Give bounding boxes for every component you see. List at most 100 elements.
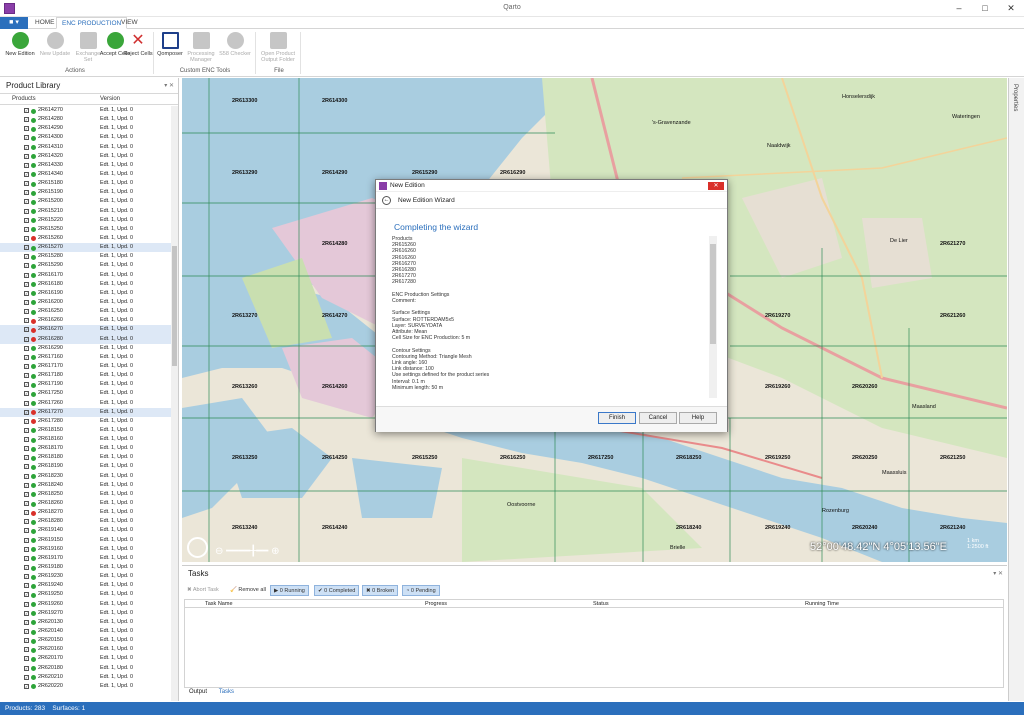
scrollbar-thumb[interactable] [172,246,177,366]
row-checkbox[interactable]: ✓ [24,610,29,616]
product-row[interactable]: ✓ 2R615200 Edt. 1, Upd. 0 [0,197,172,206]
row-checkbox[interactable]: ✓ [24,135,29,141]
summary-scrollbar[interactable] [709,236,717,398]
product-row[interactable]: ✓ 2R616180 Edt. 1, Upd. 0 [0,280,172,289]
product-row[interactable]: ✓ 2R617170 Edt. 1, Upd. 0 [0,362,172,371]
row-checkbox[interactable]: ✓ [24,391,29,397]
row-checkbox[interactable]: ✓ [24,592,29,598]
pending-filter-toggle[interactable]: ◔ 0 Pending [402,585,440,596]
row-checkbox[interactable]: ✓ [24,555,29,561]
product-list-scrollbar[interactable] [171,106,178,701]
row-checkbox[interactable]: ✓ [24,309,29,315]
product-row[interactable]: ✓ 2R618180 Edt. 1, Upd. 0 [0,453,172,462]
product-row[interactable]: ✓ 2R618150 Edt. 1, Upd. 0 [0,426,172,435]
product-row[interactable]: ✓ 2R617280 Edt. 1, Upd. 0 [0,417,172,426]
row-checkbox[interactable]: ✓ [24,519,29,525]
product-row[interactable]: ✓ 2R617260 Edt. 1, Upd. 0 [0,399,172,408]
row-checkbox[interactable]: ✓ [24,345,29,351]
product-row[interactable]: ✓ 2R616290 Edt. 1, Upd. 0 [0,344,172,353]
row-checkbox[interactable]: ✓ [24,601,29,607]
product-row[interactable]: ✓ 2R615220 Edt. 1, Upd. 0 [0,216,172,225]
row-checkbox[interactable]: ✓ [24,418,29,424]
properties-tab[interactable]: Properties [1012,84,1018,111]
product-row[interactable]: ✓ 2R617250 Edt. 1, Upd. 0 [0,389,172,398]
row-checkbox[interactable]: ✓ [24,373,29,379]
row-checkbox[interactable]: ✓ [24,528,29,534]
row-checkbox[interactable]: ✓ [24,108,29,113]
row-checkbox[interactable]: ✓ [24,455,29,461]
column-header-version[interactable]: Version [100,96,120,102]
product-row[interactable]: ✓ 2R617180 Edt. 1, Upd. 0 [0,371,172,380]
row-checkbox[interactable]: ✓ [24,583,29,589]
row-checkbox[interactable]: ✓ [24,574,29,580]
row-checkbox[interactable]: ✓ [24,665,29,671]
product-list[interactable]: ✓ 2R614270 Edt. 1, Upd. 0 ✓ 2R614280 Edt. 1, … [0,106,172,701]
s58-checker-button[interactable]: S58 Checker [218,32,252,57]
row-checkbox[interactable]: ✓ [24,446,29,452]
reject-cells-button[interactable]: ✕ Reject Cells [121,32,155,57]
tab-output[interactable]: Output [184,688,212,696]
product-row[interactable]: ✓ 2R614270 Edt. 1, Upd. 0 [0,106,172,115]
row-checkbox[interactable]: ✓ [24,171,29,177]
row-checkbox[interactable]: ✓ [24,327,29,333]
product-row[interactable]: ✓ 2R615250 Edt. 1, Upd. 0 [0,225,172,234]
row-checkbox[interactable]: ✓ [24,473,29,479]
row-checkbox[interactable]: ✓ [24,409,29,415]
row-checkbox[interactable]: ✓ [24,126,29,132]
product-row[interactable]: ✓ 2R618250 Edt. 1, Upd. 0 [0,490,172,499]
product-row[interactable]: ✓ 2R616260 Edt. 1, Upd. 0 [0,316,172,325]
row-checkbox[interactable]: ✓ [24,162,29,168]
help-button[interactable]: Help [679,412,717,424]
qomposer-button[interactable]: Qomposer [153,32,187,57]
product-row[interactable]: ✓ 2R619150 Edt. 1, Upd. 0 [0,536,172,545]
product-row[interactable]: ✓ 2R616250 Edt. 1, Upd. 0 [0,307,172,316]
maximize-icon[interactable]: □ [972,0,998,17]
product-row[interactable]: ✓ 2R618280 Edt. 1, Upd. 0 [0,517,172,526]
product-row[interactable]: ✓ 2R619140 Edt. 1, Upd. 0 [0,526,172,535]
tab-tasks[interactable]: Tasks [214,688,239,696]
row-checkbox[interactable]: ✓ [24,638,29,644]
product-row[interactable]: ✓ 2R618240 Edt. 1, Upd. 0 [0,481,172,490]
product-row[interactable]: ✓ 2R618160 Edt. 1, Upd. 0 [0,435,172,444]
row-checkbox[interactable]: ✓ [24,354,29,360]
product-row[interactable]: ✓ 2R617190 Edt. 1, Upd. 0 [0,380,172,389]
broken-filter-toggle[interactable]: ✖ 0 Broken [362,585,399,596]
column-header-running-time[interactable]: Running Time [805,601,839,607]
row-checkbox[interactable]: ✓ [24,510,29,516]
column-header-task-name[interactable]: Task Name [205,601,233,607]
product-row[interactable]: ✓ 2R616190 Edt. 1, Upd. 0 [0,289,172,298]
column-header-products[interactable]: Products [12,96,36,102]
column-header-progress[interactable]: Progress [425,601,447,607]
row-checkbox[interactable]: ✓ [24,181,29,187]
product-row[interactable]: ✓ 2R620220 Edt. 1, Upd. 0 [0,682,172,691]
row-checkbox[interactable]: ✓ [24,245,29,251]
row-checkbox[interactable]: ✓ [24,226,29,232]
row-checkbox[interactable]: ✓ [24,272,29,278]
product-row[interactable]: ✓ 2R619160 Edt. 1, Upd. 0 [0,545,172,554]
row-checkbox[interactable]: ✓ [24,400,29,406]
close-icon[interactable]: ✕ [998,0,1024,17]
row-checkbox[interactable]: ✓ [24,290,29,296]
product-row[interactable]: ✓ 2R619170 Edt. 1, Upd. 0 [0,554,172,563]
product-row[interactable]: ✓ 2R618170 Edt. 1, Upd. 0 [0,444,172,453]
product-row[interactable]: ✓ 2R614280 Edt. 1, Upd. 0 [0,115,172,124]
close-icon[interactable]: ✕ [708,182,724,190]
product-row[interactable]: ✓ 2R618230 Edt. 1, Upd. 0 [0,472,172,481]
product-row[interactable]: ✓ 2R616200 Edt. 1, Upd. 0 [0,298,172,307]
row-checkbox[interactable]: ✓ [24,464,29,470]
product-row[interactable]: ✓ 2R620210 Edt. 1, Upd. 0 [0,673,172,682]
processing-manager-button[interactable]: Processing Manager [184,32,218,63]
product-row[interactable]: ✓ 2R614310 Edt. 1, Upd. 0 [0,143,172,152]
product-row[interactable]: ✓ 2R618190 Edt. 1, Upd. 0 [0,462,172,471]
new-update-button[interactable]: New Update [38,32,72,57]
row-checkbox[interactable]: ✓ [24,482,29,488]
pin-icon[interactable]: ▾ ✕ [993,566,1003,582]
pan-control-icon[interactable] [187,537,208,558]
remove-all-button[interactable]: 🧹 Remove all [227,585,269,596]
product-row[interactable]: ✓ 2R620150 Edt. 1, Upd. 0 [0,636,172,645]
row-checkbox[interactable]: ✓ [24,263,29,269]
row-checkbox[interactable]: ✓ [24,144,29,150]
row-checkbox[interactable]: ✓ [24,117,29,123]
row-checkbox[interactable]: ✓ [24,546,29,552]
row-checkbox[interactable]: ✓ [24,363,29,369]
